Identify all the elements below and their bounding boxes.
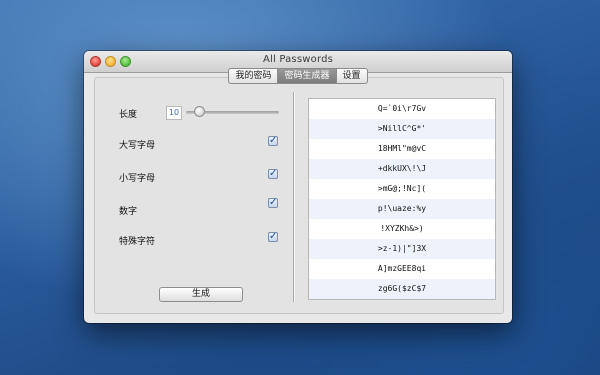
tab-bar: 我的密码 密码生成器 设置 xyxy=(84,68,512,84)
window-title: All Passwords xyxy=(262,54,334,65)
password-row[interactable]: zg6G($zC$7 xyxy=(309,279,495,299)
password-row[interactable]: A]mzGEE8qi xyxy=(309,259,495,279)
password-row[interactable]: +dkkUX\!\J xyxy=(309,159,495,179)
password-row[interactable]: p!\uaze:%y xyxy=(309,199,495,219)
password-row[interactable]: Q=`0i\r7Gv xyxy=(309,99,495,119)
password-row[interactable]: >mG@;!Nc]( xyxy=(309,179,495,199)
uppercase-label: 大写字母 xyxy=(119,141,156,151)
app-window: All Passwords 长度 10 大写字母 ✓ 小写字母 ✓ 数字 ✓ 特… xyxy=(84,51,512,323)
generate-button[interactable]: 生成 xyxy=(159,287,243,302)
checkmark-icon: ✓ xyxy=(269,231,278,242)
generator-panel: 长度 10 大写字母 ✓ 小写字母 ✓ 数字 ✓ 特殊字符 ✓ 生成 Q=`0i… xyxy=(94,77,504,314)
uppercase-checkbox[interactable]: ✓ xyxy=(268,136,278,146)
lowercase-checkbox[interactable]: ✓ xyxy=(268,169,278,179)
password-list[interactable]: Q=`0i\r7Gv >NillC^G*' 18HMl"m@vC +dkkUX\… xyxy=(308,98,496,300)
tab-my-passwords[interactable]: 我的密码 xyxy=(228,68,279,84)
tab-settings[interactable]: 设置 xyxy=(336,68,368,84)
special-chars-checkbox[interactable]: ✓ xyxy=(268,232,278,242)
checkmark-icon: ✓ xyxy=(269,197,278,208)
digits-label: 数字 xyxy=(119,207,138,217)
length-value-field[interactable]: 10 xyxy=(166,106,182,120)
lowercase-label: 小写字母 xyxy=(119,174,156,184)
special-chars-label: 特殊字符 xyxy=(119,237,156,247)
tab-password-generator[interactable]: 密码生成器 xyxy=(278,68,337,84)
password-row[interactable]: 18HMl"m@vC xyxy=(309,139,495,159)
password-row[interactable]: !XYZKh&>) xyxy=(309,219,495,239)
checkmark-icon: ✓ xyxy=(269,135,278,146)
panel-divider xyxy=(293,92,294,302)
digits-checkbox[interactable]: ✓ xyxy=(268,198,278,208)
password-row[interactable]: >z-1)|"]3X xyxy=(309,239,495,259)
length-label: 长度 xyxy=(119,110,138,120)
password-row[interactable]: >NillC^G*' xyxy=(309,119,495,139)
length-slider-thumb[interactable] xyxy=(194,106,205,117)
checkmark-icon: ✓ xyxy=(269,168,278,179)
